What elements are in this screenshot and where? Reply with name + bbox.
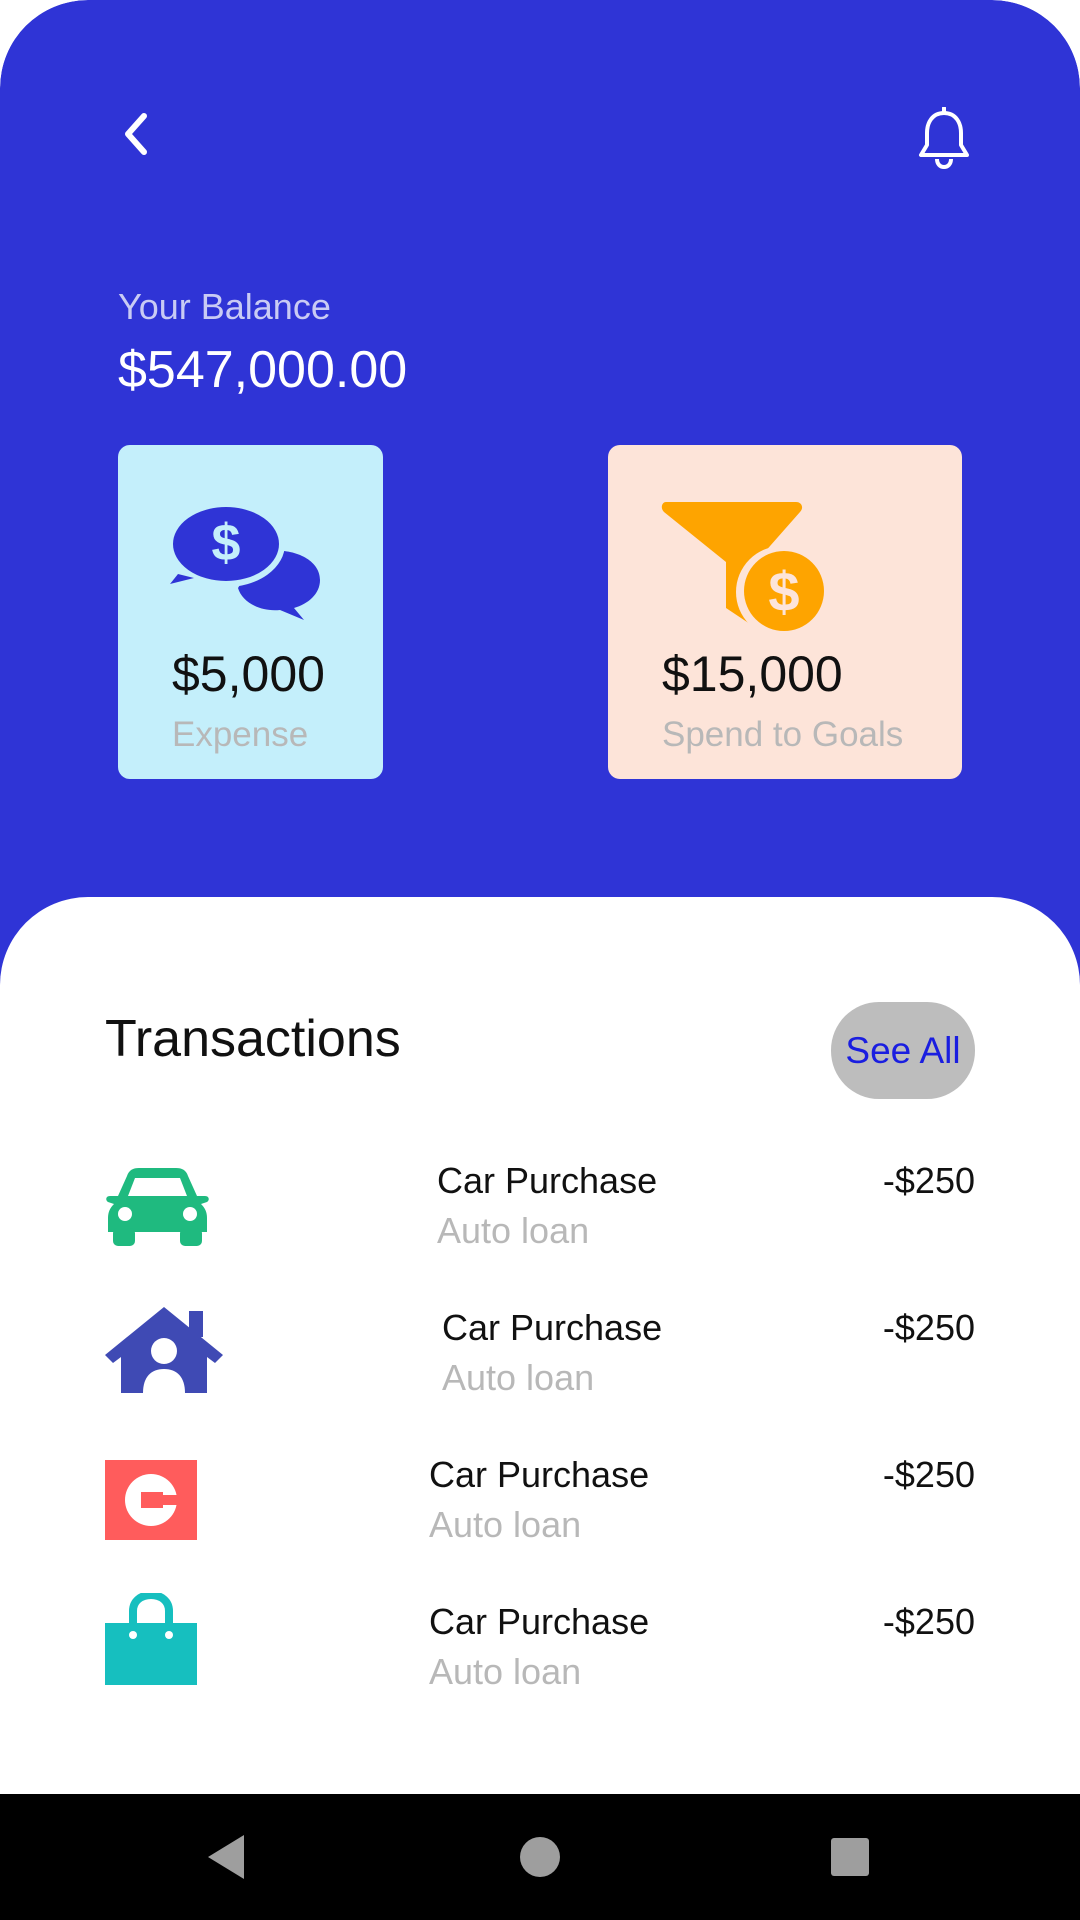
transaction-name: Car Purchase — [429, 1601, 650, 1642]
app-screen: Your Balance $547,000.00 $ $5,000 Expens… — [0, 0, 1080, 1794]
triangle-back-icon — [208, 1835, 244, 1879]
funnel-coin-icon: $ — [661, 502, 828, 638]
transaction-row[interactable]: Car Purchase Auto loan -$250 — [0, 1454, 1080, 1574]
transaction-row[interactable]: Car Purchase Auto loan -$250 — [0, 1307, 1080, 1427]
shopping-bag-icon — [105, 1593, 197, 1685]
expense-caption: Expense — [172, 715, 309, 754]
goals-amount: $15,000 — [662, 646, 843, 702]
uber-icon — [105, 1460, 197, 1540]
car-icon — [106, 1168, 209, 1246]
balance-value: $547,000.00 — [118, 341, 408, 399]
goals-card[interactable]: $ $15,000 Spend to Goals — [608, 445, 962, 779]
expense-amount: $5,000 — [172, 646, 325, 702]
circle-home-icon — [520, 1837, 560, 1877]
transaction-amount: -$250 — [882, 1307, 975, 1348]
transaction-amount: -$250 — [882, 1454, 975, 1495]
expense-card[interactable]: $ $5,000 Expense — [118, 445, 383, 779]
transaction-amount: -$250 — [882, 1160, 975, 1201]
back-button[interactable] — [108, 106, 164, 162]
square-recents-icon — [831, 1838, 869, 1876]
chevron-left-icon — [125, 113, 147, 155]
transaction-category: Auto loan — [429, 1651, 582, 1692]
transactions-title: Transactions — [105, 1010, 401, 1068]
balance-header: Your Balance $547,000.00 $ $5,000 Expens… — [0, 0, 1080, 1000]
balance-label: Your Balance — [118, 286, 331, 327]
transaction-row[interactable]: Car Purchase Auto loan -$250 — [0, 1593, 1080, 1721]
system-navigation-bar — [0, 1794, 1080, 1920]
house-user-icon — [105, 1307, 223, 1393]
transaction-name: Car Purchase — [429, 1454, 650, 1495]
notification-button[interactable] — [914, 106, 974, 170]
money-chat-icon: $ — [170, 501, 320, 620]
transaction-category: Auto loan — [437, 1210, 590, 1251]
transaction-category: Auto loan — [429, 1504, 582, 1545]
transaction-row[interactable]: Car Purchase Auto loan -$250 — [0, 1160, 1080, 1280]
nav-recents-button[interactable] — [820, 1827, 880, 1887]
bell-icon — [919, 107, 969, 169]
see-all-button[interactable]: See All — [831, 1002, 975, 1099]
transaction-category: Auto loan — [442, 1357, 595, 1398]
transaction-name: Car Purchase — [442, 1307, 663, 1348]
svg-text:$: $ — [212, 514, 241, 572]
nav-home-button[interactable] — [510, 1827, 570, 1887]
goals-caption: Spend to Goals — [662, 715, 904, 754]
transaction-amount: -$250 — [882, 1601, 975, 1642]
nav-back-button[interactable] — [196, 1827, 256, 1887]
transactions-sheet: Transactions See All Car Purchase Auto l… — [0, 897, 1080, 1794]
svg-text:$: $ — [768, 560, 799, 623]
transaction-name: Car Purchase — [437, 1160, 658, 1201]
